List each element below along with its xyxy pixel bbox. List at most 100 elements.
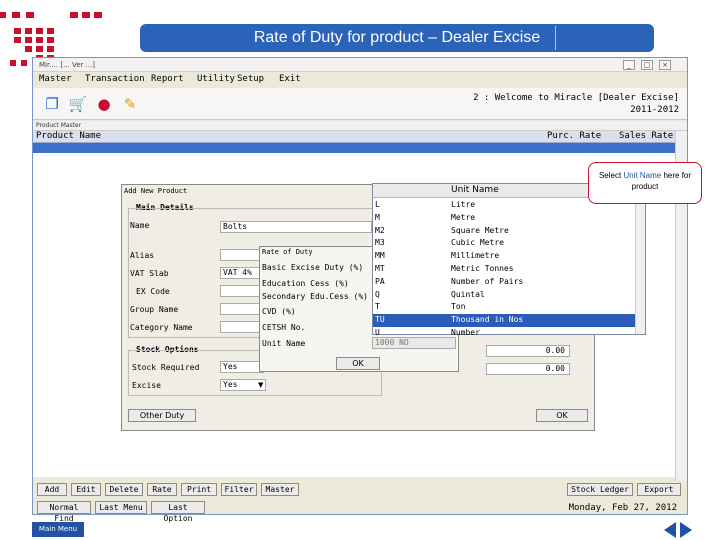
unit-row[interactable]: TU Thousand in Nos xyxy=(373,314,635,327)
alias-field[interactable] xyxy=(220,249,260,261)
welcome-text: 2 : Welcome to Miracle [Dealer Excise] xyxy=(473,93,679,103)
last-menu-button[interactable]: Last Menu xyxy=(95,501,147,514)
unit-code: MM xyxy=(375,251,385,261)
unit-code: Q xyxy=(375,289,380,299)
add-button[interactable]: Add xyxy=(37,483,67,496)
unit-list-scrollbar[interactable] xyxy=(635,198,645,334)
category-name-label: Category Name xyxy=(130,323,193,332)
unit-row[interactable]: M3 Cubic Metre xyxy=(373,237,635,250)
unit-code: M2 xyxy=(375,225,385,235)
group-name-field[interactable] xyxy=(220,303,260,315)
col-purc-rate: Purc. Rate xyxy=(547,131,602,141)
unit-name: Cubic Metre xyxy=(451,238,504,248)
callout-highlight: Unit Name xyxy=(623,171,662,180)
amount-field-2[interactable]: 0.00 xyxy=(486,363,570,375)
unit-name-label: Unit Name xyxy=(262,339,306,348)
rate-of-duty-title: Rate of Duty xyxy=(262,248,313,256)
cetsh-label: CETSH No. xyxy=(262,323,306,332)
unit-row[interactable]: PA Number of Pairs xyxy=(373,276,635,289)
product-grid-header: Product Name Purc. Rate Sales Rate xyxy=(33,131,687,143)
ex-code-label: EX Code xyxy=(136,287,170,296)
unit-list-header-label: Unit Name xyxy=(451,185,499,195)
group-name-label: Group Name xyxy=(130,305,179,314)
unit-name: Metric Tonnes xyxy=(451,264,514,273)
menu-bar: Master Transaction Report Utility Setup … xyxy=(33,73,687,87)
amount-field-1[interactable]: 0.00 xyxy=(486,345,570,357)
category-name-field[interactable] xyxy=(220,321,260,333)
slide-title: Rate of Duty for product – Dealer Excise xyxy=(140,24,654,52)
menu-master[interactable]: Master xyxy=(39,74,72,84)
product-master-bar: Product Master xyxy=(33,121,687,131)
ex-code-field[interactable] xyxy=(220,285,260,297)
unit-name: Metre xyxy=(451,212,476,222)
unit-row[interactable]: M Metre xyxy=(373,212,635,225)
menu-transaction[interactable]: Transaction xyxy=(85,74,145,84)
unit-row[interactable]: M2 Square Metre xyxy=(373,225,635,238)
status-date: Monday, Feb 27, 2012 xyxy=(568,503,677,513)
stock-ledger-button[interactable]: Stock Ledger xyxy=(567,483,633,496)
education-cess-label: Education Cess (%) xyxy=(262,279,349,288)
action-buttons: Add Edit Delete Rate Print Filter Master… xyxy=(37,483,685,497)
master-button[interactable]: Master xyxy=(261,483,299,496)
col-product-name: Product Name xyxy=(36,131,102,141)
print-button[interactable]: Print xyxy=(181,483,217,496)
unit-name: Number xyxy=(451,328,480,337)
stock-required-label: Stock Required xyxy=(132,363,200,372)
unit-row[interactable]: T Ton xyxy=(373,301,635,314)
unit-code: M xyxy=(375,212,380,222)
add-product-title: Add New Product xyxy=(124,187,188,195)
unit-row[interactable]: MT Metric Tonnes xyxy=(373,263,635,276)
previous-icon[interactable] xyxy=(664,522,676,538)
unit-row[interactable]: Q Quintal xyxy=(373,289,635,302)
excise-label: Excise xyxy=(132,381,161,390)
edit-button[interactable]: Edit xyxy=(71,483,101,496)
export-button[interactable]: Export xyxy=(637,483,681,496)
unit-row[interactable]: MM Millimetre xyxy=(373,250,635,263)
maximize-icon[interactable]: □ xyxy=(641,60,653,70)
unit-code: L xyxy=(375,200,380,209)
unit-row[interactable]: U Number xyxy=(373,327,635,340)
close-icon[interactable]: × xyxy=(659,60,671,70)
filter-button[interactable]: Filter xyxy=(221,483,257,496)
delete-button[interactable]: Delete xyxy=(105,483,143,496)
other-duty-button[interactable]: Other Duty xyxy=(128,409,196,422)
vat-slab-label: VAT Slab xyxy=(130,269,169,278)
financial-year: 2011-2012 xyxy=(630,105,679,115)
unit-code: U xyxy=(375,328,380,337)
next-icon[interactable] xyxy=(680,522,692,538)
rate-button[interactable]: Rate xyxy=(147,483,177,496)
normal-find-button[interactable]: Normal Find xyxy=(37,501,91,523)
unit-name: Quintal xyxy=(451,289,485,299)
unit-code: TU xyxy=(375,315,385,325)
last-option-button[interactable]: Last Option xyxy=(151,501,205,523)
money-bag-icon[interactable]: ● xyxy=(93,93,115,115)
unit-list-dropdown[interactable]: Unit Name L Litre M Metre M2 Square Metre M3 Cu… xyxy=(372,183,646,337)
add-product-ok-button[interactable]: OK xyxy=(536,409,588,422)
unit-code: T xyxy=(375,302,380,312)
basic-excise-label: Basic Excise Duty (%) xyxy=(262,263,364,272)
col-sales-rate: Sales Rate xyxy=(619,131,674,141)
dropdown-arrow-icon[interactable]: ▼ xyxy=(258,381,263,389)
cart-icon[interactable]: 🛒 xyxy=(67,93,89,115)
vat-slab-field[interactable]: VAT 4% xyxy=(220,267,260,279)
unit-code: MT xyxy=(375,264,385,273)
unit-name: Thousand in Nos xyxy=(451,315,524,325)
unit-code: PA xyxy=(375,276,385,286)
copy-document-icon[interactable]: ❐ xyxy=(41,93,63,115)
menu-report[interactable]: Report xyxy=(151,74,184,84)
stock-required-field[interactable]: Yes xyxy=(220,361,264,373)
menu-utility[interactable]: Utility xyxy=(197,74,235,84)
minimize-icon[interactable]: _ xyxy=(623,60,635,70)
edit-note-icon[interactable]: ✎ xyxy=(119,93,141,115)
selected-product-row[interactable] xyxy=(33,143,675,153)
window-title: Mir.... [... Ver ...] xyxy=(33,58,687,72)
unit-code: M3 xyxy=(375,238,385,248)
secondary-cess-label: Secondary Edu.Cess (%) xyxy=(262,292,368,301)
instruction-callout: Select Unit Name here for product xyxy=(588,162,702,204)
name-field[interactable]: Bolts xyxy=(220,221,372,233)
menu-exit[interactable]: Exit xyxy=(279,74,301,84)
rate-of-duty-ok-button[interactable]: OK xyxy=(336,357,380,370)
unit-name: Ton xyxy=(451,302,466,312)
menu-setup[interactable]: Setup xyxy=(237,74,264,84)
main-menu-button[interactable]: Main Menu xyxy=(32,522,84,537)
